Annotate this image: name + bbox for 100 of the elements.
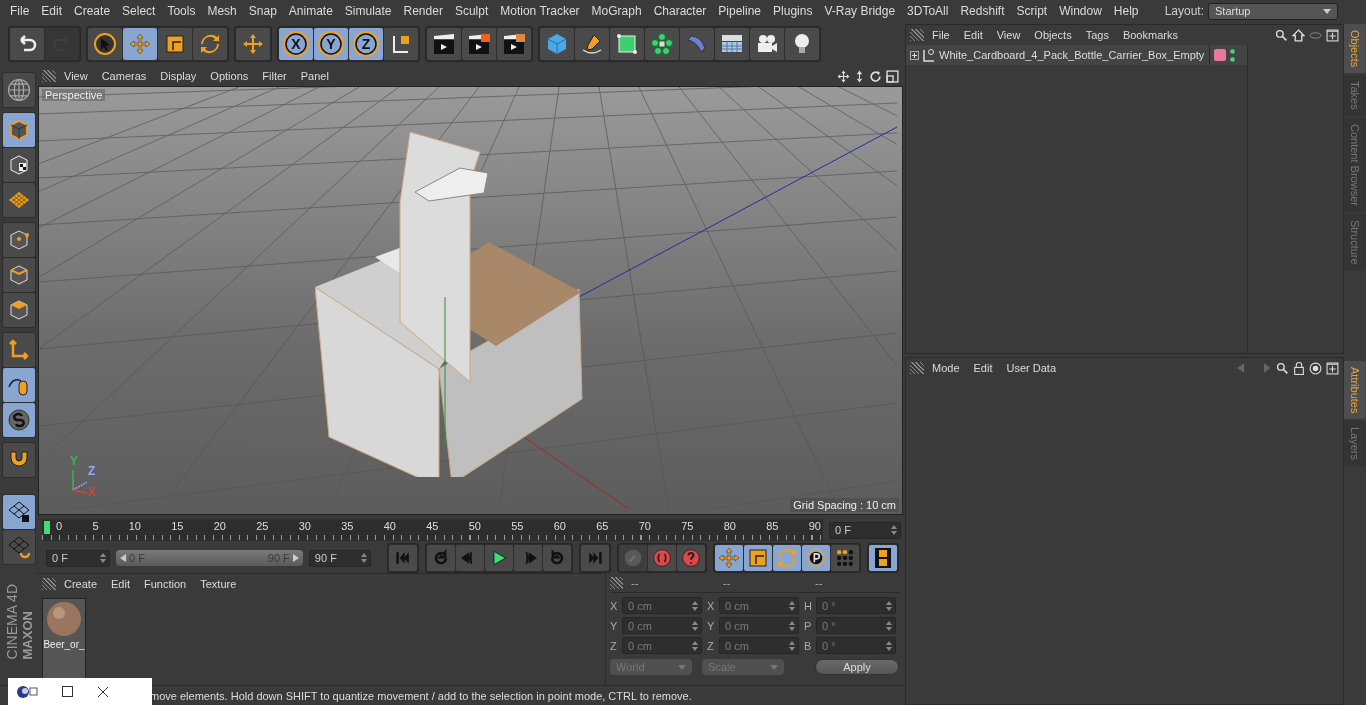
menu-item[interactable]: Bookmarks bbox=[1116, 29, 1184, 41]
side-tab[interactable]: Objects bbox=[1344, 24, 1366, 74]
panel-grip[interactable] bbox=[42, 578, 56, 590]
maximize-button[interactable] bbox=[62, 686, 73, 697]
menu-item[interactable]: Help bbox=[1107, 4, 1145, 18]
mode-button[interactable] bbox=[3, 258, 35, 292]
menu-item[interactable]: File bbox=[4, 4, 36, 18]
menu-item[interactable]: View bbox=[58, 70, 94, 82]
menu-item[interactable]: Pipeline bbox=[712, 4, 768, 18]
panel-grip[interactable] bbox=[910, 29, 924, 41]
mode-button[interactable] bbox=[3, 333, 35, 367]
menu-item[interactable]: View bbox=[990, 29, 1027, 41]
rotate-view-icon[interactable] bbox=[869, 69, 882, 83]
tool-button[interactable] bbox=[575, 28, 609, 60]
menu-item[interactable]: Tools bbox=[161, 4, 202, 18]
start-frame-field[interactable]: 0 F bbox=[46, 549, 110, 567]
mode-button[interactable] bbox=[3, 148, 35, 182]
tool-button[interactable] bbox=[88, 28, 122, 60]
menu-item[interactable]: Redshift bbox=[954, 4, 1011, 18]
menu-item[interactable]: Objects bbox=[1028, 29, 1078, 41]
keyframe-button[interactable] bbox=[677, 545, 705, 571]
close-button[interactable] bbox=[97, 685, 109, 698]
axis-lock-button[interactable]: Z bbox=[349, 28, 383, 60]
panel-grip[interactable] bbox=[610, 576, 624, 589]
mode-button[interactable] bbox=[3, 293, 35, 327]
end-frame-field[interactable]: 90 F bbox=[308, 549, 371, 567]
mode-button[interactable] bbox=[3, 368, 35, 402]
object-row[interactable]: White_Cardboard_4_Pack_Bottle_Carrier_Box_Empty bbox=[906, 45, 1210, 65]
menu-item[interactable]: Edit bbox=[967, 362, 999, 374]
expand-icon[interactable] bbox=[910, 50, 919, 60]
menu-item[interactable]: 3DToAll bbox=[901, 4, 955, 18]
key-mode-button[interactable] bbox=[831, 545, 859, 571]
menu-item[interactable]: Panel bbox=[294, 70, 335, 82]
menu-item[interactable]: Window bbox=[1053, 4, 1108, 18]
mode-button[interactable] bbox=[3, 495, 35, 530]
key-mode-button[interactable] bbox=[802, 545, 830, 571]
menu-item[interactable]: Animate bbox=[282, 4, 339, 18]
keyframe-button[interactable] bbox=[648, 545, 676, 571]
menu-item[interactable]: Character bbox=[647, 4, 713, 18]
mode-button[interactable] bbox=[3, 73, 35, 107]
search-icon[interactable] bbox=[1276, 361, 1289, 375]
visibility-dots-icon[interactable] bbox=[1230, 48, 1235, 62]
search-icon[interactable] bbox=[1275, 28, 1288, 42]
menu-item[interactable]: Tags bbox=[1079, 29, 1115, 41]
menu-item[interactable]: User Data bbox=[1000, 362, 1063, 374]
tool-button[interactable] bbox=[610, 28, 644, 60]
side-tab[interactable]: Attributes bbox=[1344, 360, 1366, 420]
menu-item[interactable]: Mode bbox=[926, 362, 966, 374]
playback-button[interactable] bbox=[485, 545, 513, 571]
mode-button[interactable] bbox=[3, 183, 35, 217]
mode-button[interactable] bbox=[3, 443, 35, 477]
menu-item[interactable]: Cameras bbox=[95, 70, 153, 82]
apply-button[interactable]: Apply bbox=[815, 659, 899, 675]
maximize-view-icon[interactable] bbox=[886, 69, 899, 83]
menu-item[interactable]: V-Ray Bridge bbox=[818, 4, 902, 18]
menu-item[interactable]: Options bbox=[204, 70, 255, 82]
menu-item[interactable]: Edit bbox=[35, 4, 69, 18]
menu-item[interactable]: Edit bbox=[105, 578, 136, 590]
mode-button[interactable] bbox=[3, 113, 35, 147]
menu-item[interactable]: Sculpt bbox=[448, 4, 495, 18]
menu-item[interactable]: Plugins bbox=[767, 4, 819, 18]
layout-dropdown[interactable]: Startup bbox=[1208, 2, 1338, 20]
undo-button[interactable] bbox=[10, 28, 44, 60]
tool-button[interactable] bbox=[750, 28, 784, 60]
menu-item[interactable]: Render bbox=[397, 4, 449, 18]
mode-button[interactable] bbox=[3, 530, 35, 565]
mode-button[interactable] bbox=[3, 403, 35, 437]
menu-item[interactable]: Texture bbox=[194, 578, 243, 590]
timeline-ruler[interactable]: 0 5 10 15 20 25 30 35 40 45 50 55 60 65 70 75 80 85 90 bbox=[42, 519, 823, 541]
menu-item[interactable]: Function bbox=[138, 578, 193, 590]
menu-item[interactable]: File bbox=[926, 29, 956, 41]
material-card[interactable]: Beer_or_ bbox=[42, 598, 86, 681]
menu-item[interactable]: Simulate bbox=[338, 4, 398, 18]
tool-button[interactable] bbox=[427, 28, 461, 60]
menu-item[interactable]: Create bbox=[68, 4, 117, 18]
move-view-icon[interactable] bbox=[837, 69, 850, 83]
tool-button[interactable] bbox=[462, 28, 496, 60]
menu-item[interactable]: Snap bbox=[242, 4, 283, 18]
axis-lock-button[interactable]: Y bbox=[314, 28, 348, 60]
panel-grip[interactable] bbox=[42, 70, 56, 82]
menu-item[interactable]: Motion Tracker bbox=[494, 4, 586, 18]
menu-item[interactable]: Script bbox=[1010, 4, 1054, 18]
zoom-view-icon[interactable] bbox=[854, 69, 865, 83]
menu-item[interactable]: Filter bbox=[256, 70, 293, 82]
panel-grip[interactable] bbox=[910, 362, 924, 374]
menu-item[interactable]: Select bbox=[116, 4, 162, 18]
tool-button[interactable] bbox=[785, 28, 819, 60]
tool-button[interactable] bbox=[715, 28, 749, 60]
axis-lock-button[interactable]: X bbox=[279, 28, 313, 60]
current-frame-field[interactable]: 0 F bbox=[829, 521, 901, 539]
home-icon[interactable] bbox=[1292, 28, 1305, 42]
tool-button[interactable] bbox=[497, 28, 531, 60]
viewport[interactable]: Perspective Y Z X Grid Spacing : 10 cm bbox=[38, 86, 903, 515]
menu-item[interactable]: Create bbox=[58, 578, 104, 590]
menu-item[interactable]: MoGraph bbox=[585, 4, 648, 18]
menu-item[interactable]: Display bbox=[154, 70, 203, 82]
target-icon[interactable] bbox=[1309, 361, 1322, 375]
tool-button[interactable] bbox=[384, 28, 418, 60]
minimized-window[interactable] bbox=[8, 678, 152, 705]
lock-icon[interactable] bbox=[1293, 361, 1305, 375]
